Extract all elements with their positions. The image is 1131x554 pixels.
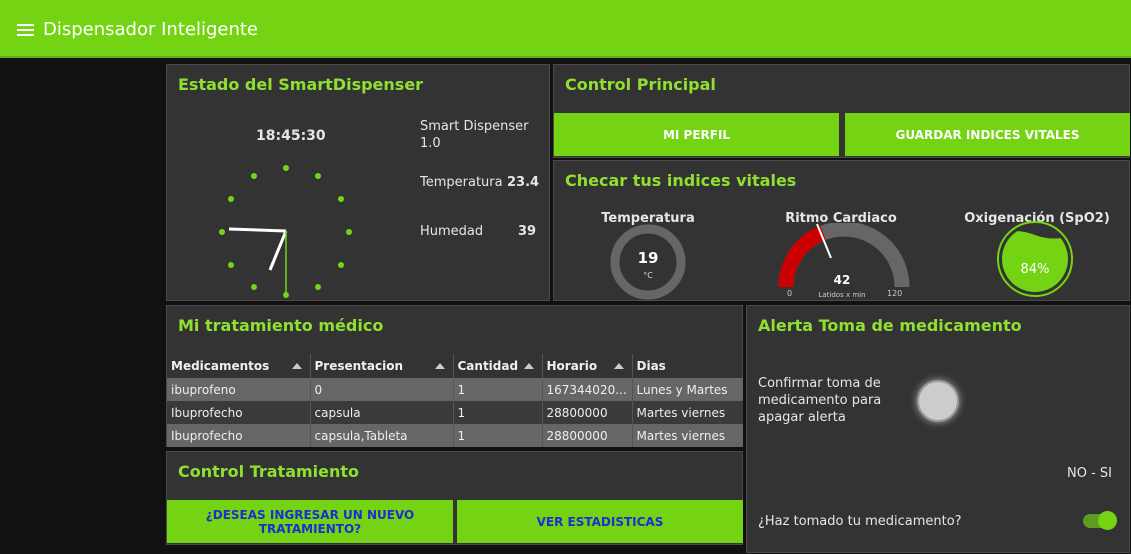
table-cell: capsula xyxy=(310,401,454,424)
toggle-knob[interactable] xyxy=(1098,511,1117,530)
ritmo-gauge-min: 0 xyxy=(787,289,793,298)
table-cell: Lunes y Martes xyxy=(632,378,743,401)
nuevo-tratamiento-button[interactable]: ¿DESEAS INGRESAR UN NUEVO TRATAMIENTO? xyxy=(167,500,453,543)
estado-panel: Estado del SmartDispenser 18:45:30 Smart… xyxy=(166,64,550,301)
table-cell: 1 xyxy=(453,424,543,447)
table-cell: 28800000 xyxy=(542,424,633,447)
temp-gauge-unit: °C xyxy=(643,271,653,280)
temp-gauge-value: 19 xyxy=(637,249,659,267)
analog-clock xyxy=(219,165,352,298)
table-cell: ibuprofeno xyxy=(167,378,311,401)
no-si-label: NO - SI xyxy=(1067,466,1112,481)
control-tratamiento-title: Control Tratamiento xyxy=(178,462,360,481)
col-medicamentos[interactable]: Medicamentos xyxy=(167,354,311,378)
ritmo-gauge-value: 42 xyxy=(833,273,851,287)
table-row[interactable]: Ibuprofecho capsula,Tableta 1 28800000 M… xyxy=(167,424,743,447)
table-cell: 28800000 xyxy=(542,401,633,424)
clock-hour-hand xyxy=(268,230,288,271)
temperature-value: 23.4 xyxy=(507,175,540,190)
alerta-title: Alerta Toma de medicamento xyxy=(758,316,1022,335)
medicamento-question: ¿Haz tomado tu medicamento? xyxy=(758,514,962,529)
alert-led-indicator xyxy=(917,380,959,422)
device-name-line1: Smart Dispenser xyxy=(420,119,529,134)
app-title: Dispensador Inteligente xyxy=(43,19,259,40)
treatment-table: Medicamentos Presentacion Cantidad Horar… xyxy=(167,354,743,447)
vitales-panel: Checar tus indices vitales Temperatura 1… xyxy=(553,160,1130,301)
medicamento-tomado-toggle[interactable] xyxy=(1083,511,1117,530)
table-cell: 1 xyxy=(453,378,543,401)
control-tratamiento-panel: Control Tratamiento ¿DESEAS INGRESAR UN … xyxy=(166,451,743,545)
estado-title: Estado del SmartDispenser xyxy=(178,75,424,94)
confirm-text-line1: Confirmar toma de xyxy=(758,376,881,391)
tratamiento-title: Mi tratamiento médico xyxy=(178,316,384,335)
temperature-label: Temperatura xyxy=(420,175,503,190)
alerta-panel: Alerta Toma de medicamento Confirmar tom… xyxy=(746,305,1130,553)
tratamiento-panel: Mi tratamiento médico Medicamentos Prese… xyxy=(166,305,743,447)
sort-asc-icon[interactable] xyxy=(613,363,624,369)
col-horario[interactable]: Horario xyxy=(542,354,633,378)
table-cell: 0 xyxy=(310,378,454,401)
clock-minute-hand xyxy=(228,227,287,233)
sort-asc-icon[interactable] xyxy=(291,363,302,369)
sort-asc-icon[interactable] xyxy=(523,363,534,369)
ver-estadisticas-button[interactable]: VER ESTADISTICAS xyxy=(457,500,743,543)
table-cell: Ibuprofecho xyxy=(167,401,311,424)
oxi-level-gauge xyxy=(997,221,1073,297)
vitales-title: Checar tus indices vitales xyxy=(565,171,797,190)
confirm-text-line3: apagar alerta xyxy=(758,410,846,425)
col-dias[interactable]: Dias xyxy=(632,354,743,378)
sort-asc-icon[interactable] xyxy=(434,363,445,369)
table-cell: Martes viernes xyxy=(632,424,743,447)
table-cell: capsula,Tableta xyxy=(310,424,454,447)
guardar-indices-button[interactable]: GUARDAR INDICES VITALES xyxy=(845,113,1130,156)
table-cell: Ibuprofecho xyxy=(167,424,311,447)
table-cell: Martes viernes xyxy=(632,401,743,424)
humidity-label: Humedad xyxy=(420,224,484,239)
ritmo-gauge-unit: Latidos x min xyxy=(818,291,866,299)
col-cantidad[interactable]: Cantidad xyxy=(453,354,543,378)
table-cell: 167344020... xyxy=(542,378,633,401)
ritmo-gauge-fill xyxy=(778,225,827,288)
device-name-line2: 1.0 xyxy=(420,136,441,151)
control-principal-title: Control Principal xyxy=(565,75,716,94)
mi-perfil-button[interactable]: MI PERFIL xyxy=(554,113,839,156)
humidity-value: 39 xyxy=(518,224,537,239)
ritmo-gauge-max: 120 xyxy=(887,289,903,298)
confirm-text-line2: medicamento para xyxy=(758,393,882,408)
hamburger-menu-icon[interactable] xyxy=(17,24,34,37)
table-row[interactable]: ibuprofeno 0 1 167344020... Lunes y Mart… xyxy=(167,378,743,401)
table-cell: 1 xyxy=(453,401,543,424)
col-presentacion[interactable]: Presentacion xyxy=(310,354,454,378)
oxi-gauge-value: 84% xyxy=(1020,262,1050,277)
app-header: Dispensador Inteligente xyxy=(0,0,1131,58)
clock-time: 18:45:30 xyxy=(256,128,326,144)
control-principal-panel: Control Principal MI PERFIL GUARDAR INDI… xyxy=(553,64,1130,158)
table-row[interactable]: Ibuprofecho capsula 1 28800000 Martes vi… xyxy=(167,401,743,424)
